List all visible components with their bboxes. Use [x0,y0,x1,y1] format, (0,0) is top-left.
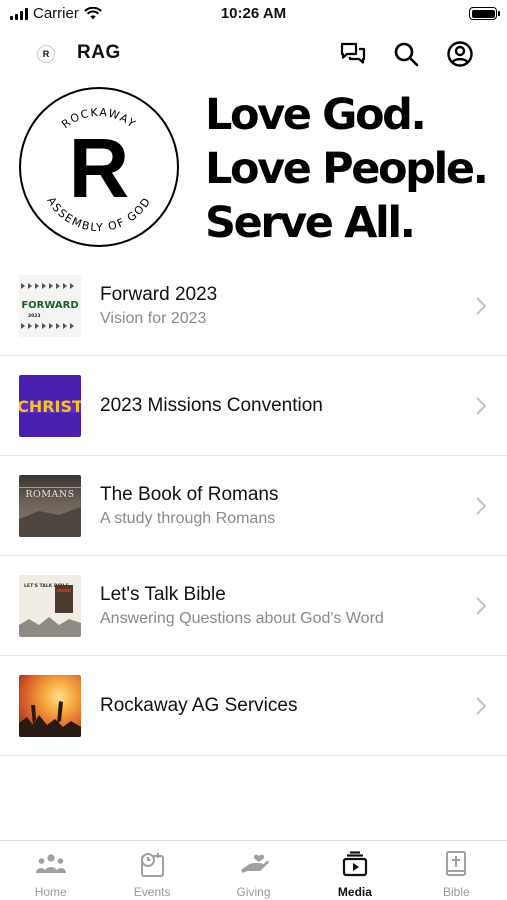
tab-events[interactable]: Events [101,841,202,900]
bible-icon [440,850,472,878]
media-list: FORWARD 2023 Forward 2023 Vision for 202… [0,256,507,756]
list-item-text: Rockaway AG Services [100,656,467,756]
app-logo[interactable]: R [37,45,55,63]
tab-label: Events [133,885,171,899]
tab-label: Home [34,885,67,899]
chevron-right-icon [476,697,487,715]
item-title: Forward 2023 [100,283,218,305]
list-item[interactable]: FORWARD 2023 Forward 2023 Vision for 202… [0,256,507,356]
thumbnail [19,675,81,737]
slogan-line: Love God. [205,90,427,140]
item-title: The Book of Romans [100,483,279,505]
seal-letter: R [69,121,130,215]
tab-label: Media [337,885,372,899]
church-seal-logo: ROCKAWAY ASSEMBLY OF GOD R [19,87,179,247]
tab-label: Bible [442,885,470,899]
app-logo-letter: R [42,49,50,59]
list-item[interactable]: LET'S TALK BIBLE Let's Talk Bible Answer… [0,556,507,656]
media-play-icon [339,850,371,878]
tab-home[interactable]: Home [0,841,101,900]
chat-bubbles-icon[interactable] [338,39,368,69]
tab-giving[interactable]: Giving [203,841,304,900]
item-title: 2023 Missions Convention [100,395,323,416]
list-item-text: 2023 Missions Convention [100,356,467,456]
chevron-right-icon [476,297,487,315]
thumbnail: LET'S TALK BIBLE [19,575,81,637]
hero-banner: ROCKAWAY ASSEMBLY OF GOD R Love God. Lov… [0,82,507,252]
slogan-line: Love People. [205,144,489,194]
app-header: R RAG [0,30,507,76]
thumbnail: FORWARD 2023 [19,275,81,337]
list-item[interactable]: ROMANS The Book of Romans A study throug… [0,456,507,556]
item-subtitle: Vision for 2023 [100,309,207,327]
list-item-text: Let's Talk Bible Answering Questions abo… [100,556,467,656]
list-item-text: Forward 2023 Vision for 2023 [100,256,467,356]
search-icon[interactable] [391,39,421,69]
list-item[interactable]: CHRIST 2023 Missions Convention [0,356,507,456]
chevron-right-icon [476,597,487,615]
thumb-text: CHRIST [19,397,81,416]
profile-icon[interactable] [445,39,475,69]
calendar-clock-icon [136,850,168,878]
item-title: Rockaway AG Services [100,695,298,716]
tab-label: Giving [236,885,271,899]
thumb-text: ROMANS [25,489,74,500]
tab-media[interactable]: Media [304,841,405,900]
tab-bible[interactable]: Bible [406,841,507,900]
list-item[interactable]: Rockaway AG Services [0,656,507,756]
chevron-right-icon [476,397,487,415]
list-item-text: The Book of Romans A study through Roman… [100,456,467,556]
thumb-small-text: 2023 [28,313,41,319]
thumbnail: ROMANS [19,475,81,537]
giving-hand-icon [238,850,270,878]
people-icon [35,850,67,878]
status-time: 10:26 AM [220,5,287,22]
app-title: RAG [77,42,121,63]
item-title: Let's Talk Bible [100,583,226,605]
thumb-text: FORWARD [21,300,78,311]
slogan: Love God. Love People. Serve All. [205,88,489,250]
chevron-right-icon [476,497,487,515]
status-bar: Carrier 10:26 AM [0,0,507,28]
item-subtitle: A study through Romans [100,509,276,527]
slogan-line: Serve All. [205,198,416,248]
battery-icon [469,7,500,20]
item-subtitle: Answering Questions about God's Word [100,609,384,627]
thumbnail: CHRIST [19,375,81,437]
tab-bar: Home Events Giving Media Bible [0,840,507,900]
